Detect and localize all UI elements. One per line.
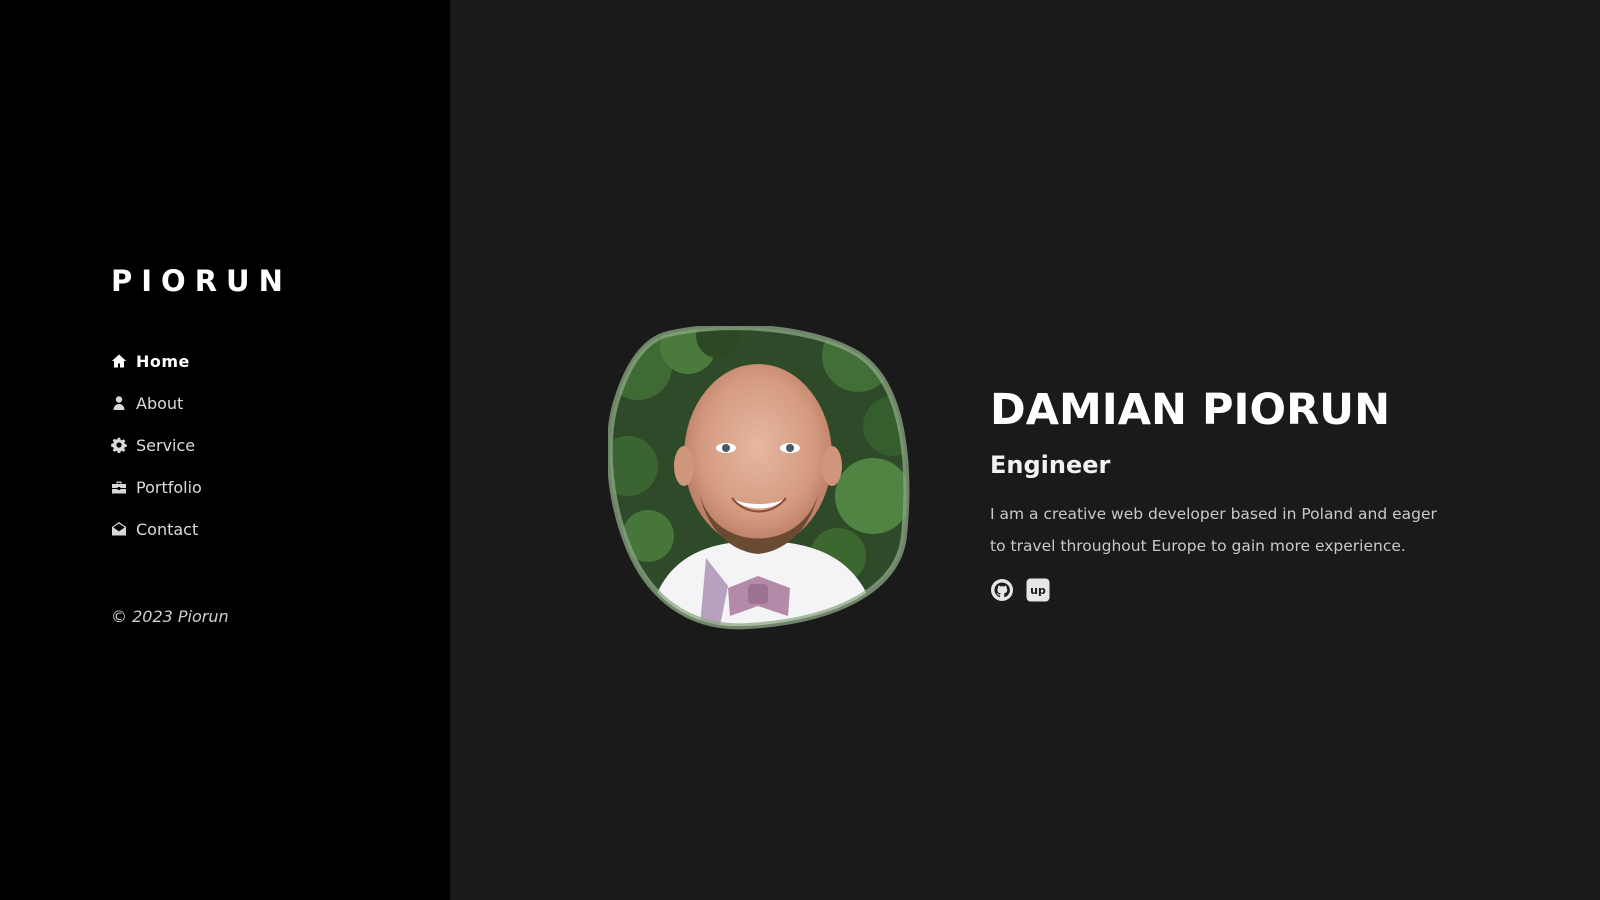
nav-item-about[interactable]: About — [111, 382, 202, 424]
hero-name: DAMIAN PIORUN — [990, 385, 1391, 435]
nav-item-portfolio[interactable]: Portfolio — [111, 466, 202, 508]
upwork-link[interactable]: up — [1026, 578, 1050, 606]
sidebar: PIORUN Home About Service Portfolio Cont… — [0, 0, 450, 900]
copyright-text: © 2023 Piorun — [111, 607, 229, 626]
upwork-icon: up — [1026, 578, 1050, 606]
home-icon — [111, 353, 127, 369]
nav-item-service[interactable]: Service — [111, 424, 202, 466]
hero-section: DAMIAN PIORUN Engineer I am a creative w… — [990, 380, 1470, 604]
nav-item-label: Service — [136, 435, 196, 455]
profile-photo — [608, 326, 914, 630]
gear-icon — [111, 437, 127, 453]
nav-item-label: Home — [136, 351, 190, 371]
nav-item-label: Portfolio — [136, 477, 202, 497]
upwork-icon-text: up — [1030, 584, 1046, 597]
social-links: up — [990, 578, 1470, 606]
nav-item-label: Contact — [136, 519, 199, 539]
nav-item-contact[interactable]: Contact — [111, 508, 202, 550]
main-nav: Home About Service Portfolio Contact — [111, 340, 202, 550]
page: PIORUN Home About Service Portfolio Cont… — [0, 0, 1600, 900]
site-logo[interactable]: PIORUN — [111, 261, 292, 301]
nav-item-label: About — [136, 393, 184, 413]
hero-description: I am a creative web developer based in P… — [990, 505, 1437, 555]
briefcase-icon — [111, 479, 127, 495]
user-icon — [111, 395, 127, 411]
github-icon — [990, 578, 1014, 606]
github-link[interactable] — [990, 578, 1014, 606]
nav-item-home[interactable]: Home — [111, 340, 202, 382]
hero-title: Engineer — [990, 451, 1111, 479]
envelope-open-icon — [111, 521, 127, 537]
